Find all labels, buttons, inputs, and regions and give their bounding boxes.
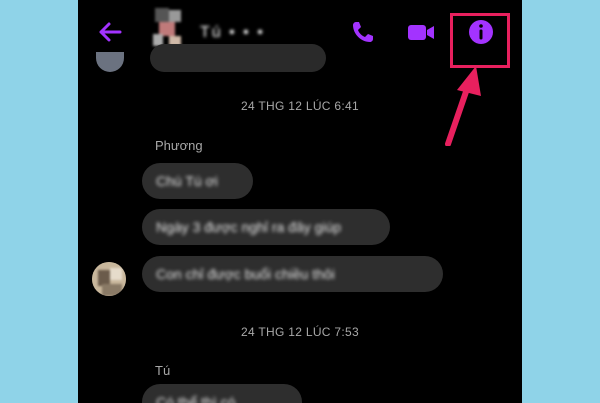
back-arrow-icon[interactable]	[96, 18, 124, 46]
sender-avatar[interactable]	[92, 262, 126, 296]
previous-message-bubble[interactable]	[150, 44, 326, 72]
sender-name: Phương	[155, 138, 203, 153]
video-icon[interactable]	[406, 17, 436, 47]
message-bubble[interactable]: Con chỉ được buổi chiều thôi	[142, 256, 443, 292]
contact-name[interactable]: Tú • • •	[200, 24, 265, 42]
messenger-screen: Tú • • • 24 THG 12 LÚC 6:41 Phương Chú T…	[78, 0, 522, 403]
message-bubble[interactable]: Chú Tú ơi	[142, 163, 253, 199]
message-bubble[interactable]: Có thể thì có	[142, 384, 302, 403]
phone-icon[interactable]	[348, 17, 378, 47]
highlight-box	[450, 13, 510, 68]
message-bubble[interactable]: Ngày 3 được nghỉ ra đây giúp	[142, 209, 390, 245]
previous-avatar	[96, 52, 124, 72]
message-text: Chú Tú ơi	[156, 173, 218, 189]
timestamp: 24 THG 12 LÚC 7:53	[241, 325, 359, 339]
message-text: Có thể thì có	[156, 394, 236, 403]
timestamp: 24 THG 12 LÚC 6:41	[241, 99, 359, 113]
message-text: Con chỉ được buổi chiều thôi	[156, 266, 335, 282]
sender-name: Tú	[155, 363, 171, 378]
message-text: Ngày 3 được nghỉ ra đây giúp	[156, 219, 342, 235]
